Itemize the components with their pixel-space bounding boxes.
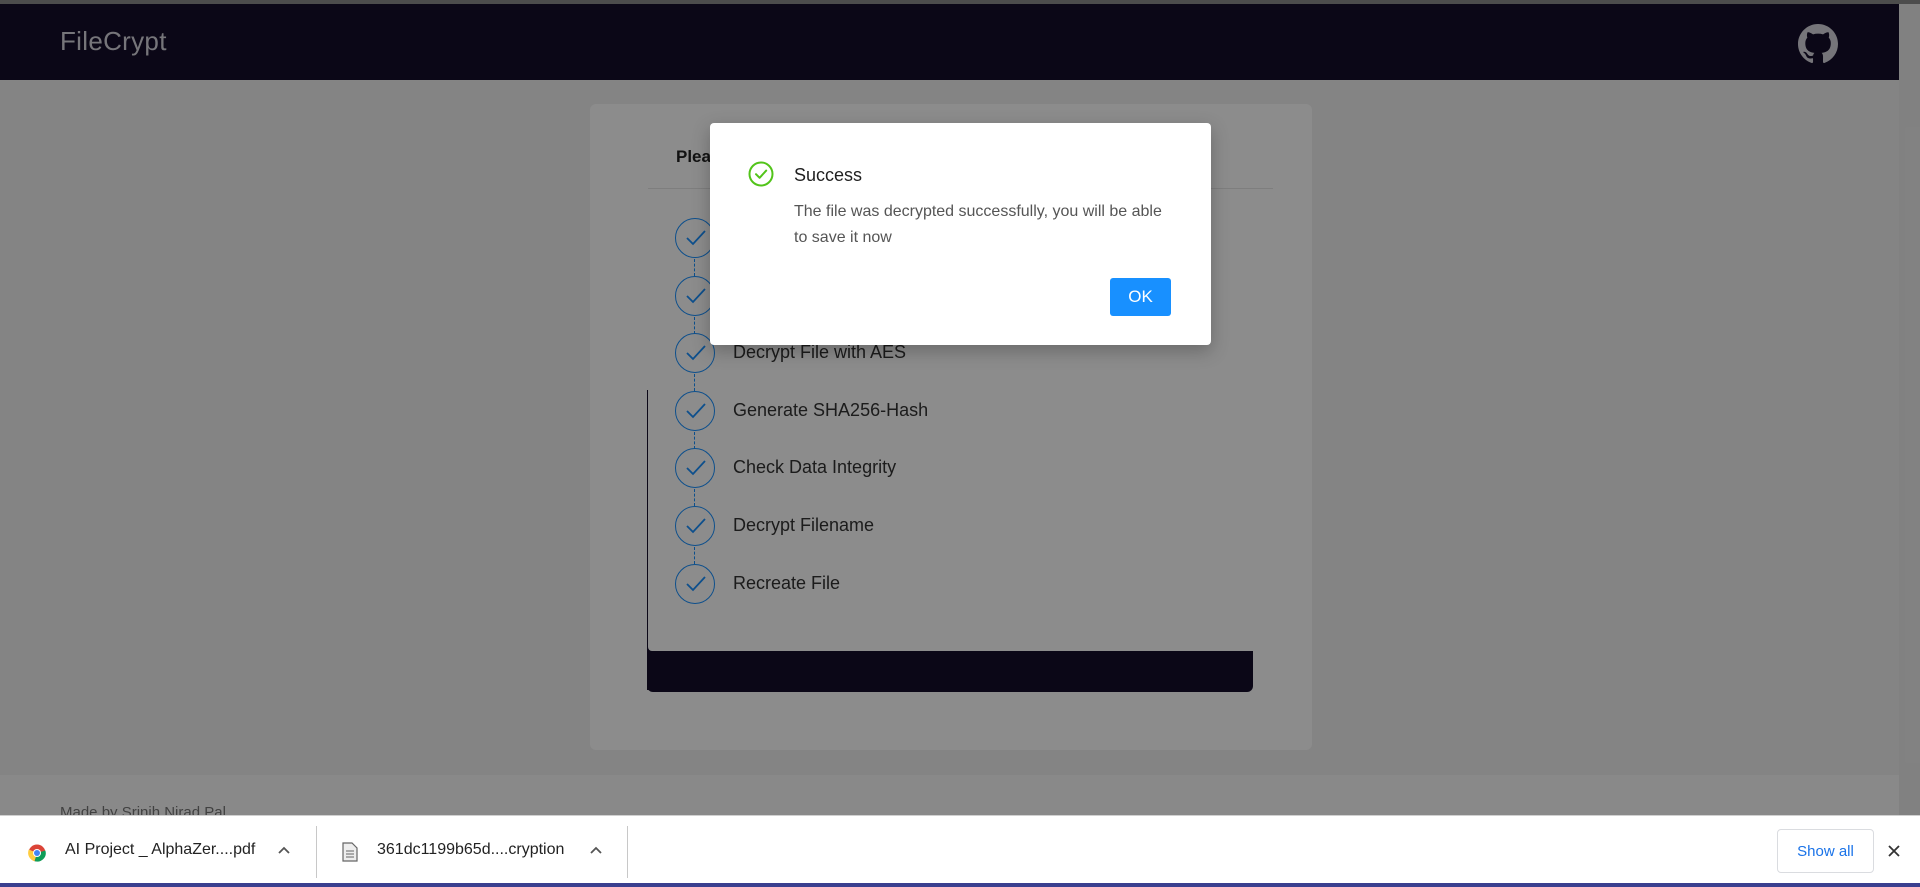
success-dialog: Success The file was decrypted successfu… — [710, 123, 1211, 345]
chevron-up-icon[interactable] — [277, 844, 291, 858]
dialog-message: The file was decrypted successfully, you… — [794, 203, 1162, 246]
download-item[interactable]: AI Project _ AlphaZer....pdf — [0, 816, 316, 887]
download-filename: AI Project _ AlphaZer....pdf — [65, 841, 256, 858]
ok-button[interactable]: OK — [1110, 278, 1171, 316]
file-icon — [342, 842, 358, 862]
check-circle-icon — [748, 161, 774, 187]
divider — [627, 826, 628, 878]
dialog-title: Success — [794, 165, 863, 185]
download-filename: 361dc1199b65d....cryption — [377, 841, 565, 858]
chrome-icon — [28, 844, 46, 862]
download-bar: AI Project _ AlphaZer....pdf 361dc1199b6… — [0, 815, 1920, 887]
download-item[interactable]: 361dc1199b65d....cryption — [317, 816, 627, 887]
chevron-up-icon[interactable] — [589, 844, 603, 858]
show-all-button[interactable]: Show all — [1777, 829, 1874, 873]
close-icon[interactable] — [1886, 843, 1902, 859]
taskbar-edge — [0, 883, 1920, 887]
